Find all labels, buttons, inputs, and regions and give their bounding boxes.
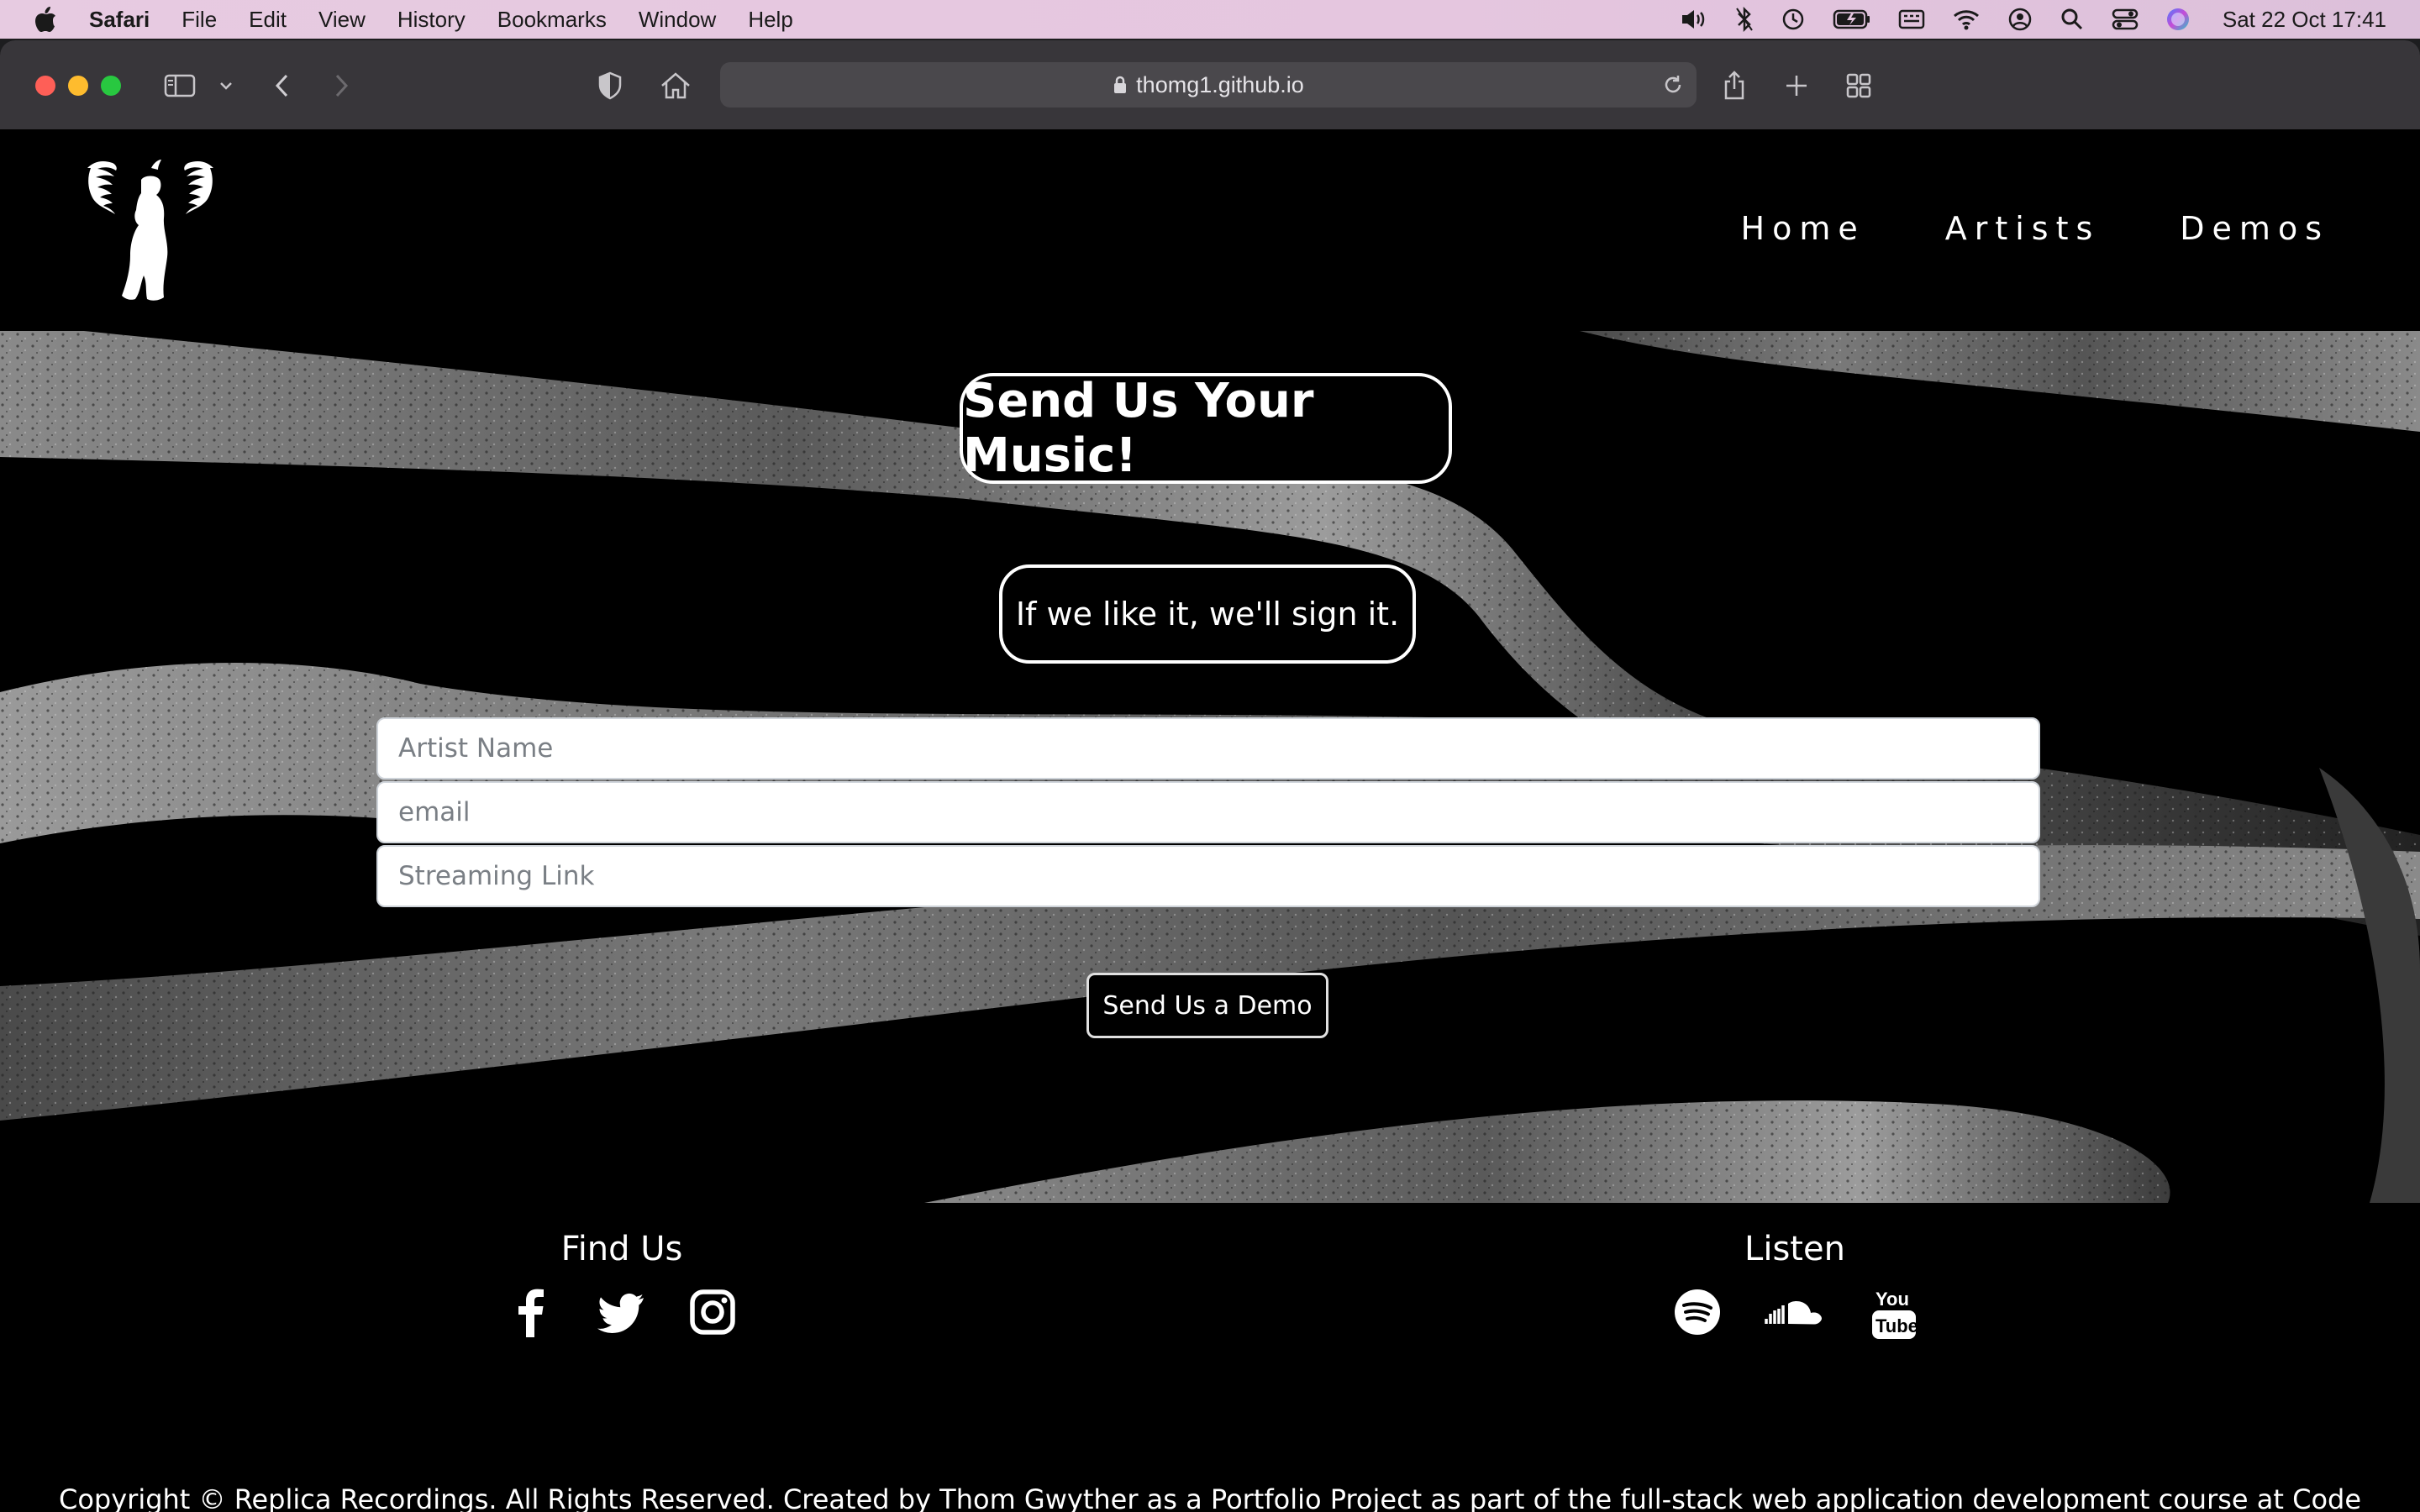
wifi-icon[interactable] [1952,8,1981,30]
menu-app-safari[interactable]: Safari [89,7,150,33]
menu-edit[interactable]: Edit [249,7,287,33]
nav-demos-link[interactable]: Demos [2180,210,2329,247]
keyboard-icon[interactable] [1898,8,1925,30]
reload-icon[interactable] [1661,73,1685,97]
menu-file[interactable]: File [182,7,217,33]
menu-help[interactable]: Help [748,7,792,33]
browser-toolbar: thomg1.github.io [0,40,2420,131]
home-icon[interactable] [657,64,694,108]
control-center-icon[interactable] [2112,8,2139,31]
page-subtitle: If we like it, we'll sign it. [999,564,1416,664]
youtube-icon[interactable]: You Tube [1870,1287,1918,1344]
time-machine-icon[interactable] [1781,7,1806,32]
streaming-link-input[interactable] [376,845,2040,907]
facebook-icon[interactable] [506,1287,556,1341]
main-nav: Home Artists Demos [1741,210,2330,247]
copyright-text: Copyright © Replica Recordings. All Righ… [58,1483,2362,1512]
email-input[interactable] [376,781,2040,843]
svg-text:Tube: Tube [1876,1315,1918,1336]
bluetooth-icon[interactable] [1735,7,1754,32]
user-account-icon[interactable] [2007,7,2033,32]
nav-home-link[interactable]: Home [1741,210,1865,247]
menubar-clock[interactable]: Sat 22 Oct 17:41 [2223,7,2386,33]
find-us-heading: Find Us [560,1230,683,1268]
lock-icon [1114,76,1127,93]
back-icon[interactable] [267,64,297,108]
web-page: Home Artists Demos Send Us Your Music! I… [0,129,2420,1512]
demo-submission-form [376,717,2040,909]
send-demo-button[interactable]: Send Us a Demo [1086,973,1328,1038]
battery-icon[interactable] [1833,8,1871,30]
nav-artists-link[interactable]: Artists [1945,210,2101,247]
soundcloud-icon[interactable] [1763,1287,1830,1344]
privacy-shield-icon[interactable] [592,64,629,108]
window-close-button[interactable] [35,76,55,96]
volume-icon[interactable] [1680,8,1708,31]
safari-window: thomg1.github.io Home Artists Demos Send… [0,40,2420,1512]
chevron-down-icon[interactable] [216,64,236,108]
forward-icon[interactable] [326,64,356,108]
address-bar[interactable]: thomg1.github.io [720,62,1697,108]
apple-logo-icon[interactable] [34,5,59,34]
window-zoom-button[interactable] [101,76,121,96]
menu-bookmarks[interactable]: Bookmarks [497,7,607,33]
replica-recordings-logo[interactable] [74,150,227,309]
siri-icon[interactable] [2165,7,2191,32]
menu-history[interactable]: History [397,7,466,33]
share-icon[interactable] [1718,64,1751,108]
listen-heading: Listen [1744,1230,1845,1268]
macos-menu-bar: Safari File Edit View History Bookmarks … [0,0,2420,39]
spotlight-search-icon[interactable] [2060,7,2085,32]
sidebar-toggle-icon[interactable] [161,64,198,108]
twitter-icon[interactable] [597,1287,647,1341]
artist-name-input[interactable] [376,717,2040,780]
window-minimize-button[interactable] [68,76,88,96]
tab-overview-icon[interactable] [1842,64,1876,108]
find-us-section: Find Us [496,1230,748,1341]
url-text[interactable]: thomg1.github.io [1136,72,1304,98]
listen-section: Listen You Tube [1669,1230,1921,1344]
menu-window[interactable]: Window [639,7,716,33]
new-tab-icon[interactable] [1780,64,1813,108]
instagram-icon[interactable] [687,1287,738,1341]
spotify-icon[interactable] [1672,1287,1723,1344]
svg-text:You: You [1876,1289,1909,1310]
menu-view[interactable]: View [318,7,366,33]
page-title: Send Us Your Music! [960,373,1452,484]
